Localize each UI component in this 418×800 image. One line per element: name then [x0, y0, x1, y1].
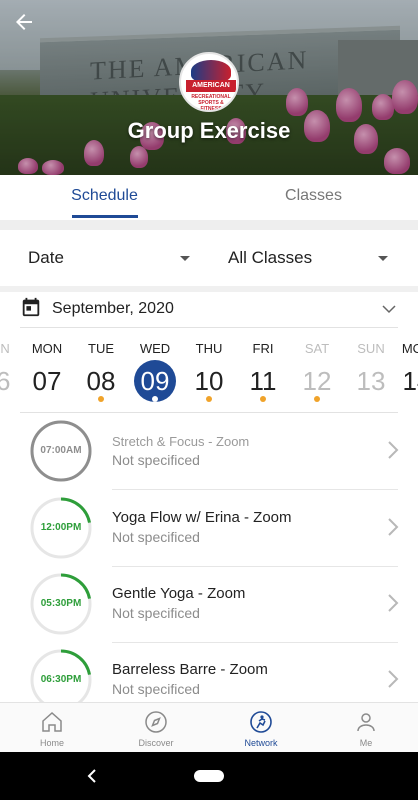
chevron-right-icon — [388, 441, 399, 459]
event-dot — [98, 396, 104, 402]
page-title: Group Exercise — [127, 118, 291, 143]
class-location: Not specificed — [112, 605, 200, 621]
app-screen: THE AMERICAN UNIVERSITY AMERICAN RECREAT… — [0, 0, 418, 800]
day-mon-14[interactable]: MON 14 — [392, 330, 418, 410]
system-nav-bar — [0, 752, 418, 800]
caret-down-icon — [180, 256, 190, 261]
chevron-right-icon — [388, 670, 399, 688]
system-home-button[interactable] — [194, 770, 224, 782]
class-title: Yoga Flow w/ Erina - Zoom — [112, 509, 292, 526]
tab-schedule-label: Schedule — [71, 187, 138, 204]
nav-discover-label: Discover — [138, 738, 174, 748]
class-time: 07:00AM — [40, 445, 82, 456]
week-strip: SUN 06 MON 07 TUE 08 WED 09 THU 10 FRI 1… — [0, 330, 418, 410]
nav-me-label: Me — [359, 738, 373, 748]
chevron-right-icon — [388, 594, 399, 612]
day-sun-13[interactable]: SUN 13 — [346, 330, 396, 410]
class-list: 07:00AM Stretch & Focus - Zoom Not speci… — [0, 414, 418, 702]
class-location: Not specificed — [112, 681, 200, 697]
class-location: Not specificed — [112, 529, 200, 545]
day-sun-06[interactable]: SUN 06 — [0, 330, 21, 410]
nav-home-label: Home — [39, 738, 64, 748]
divider — [20, 327, 398, 328]
eagle-icon — [191, 60, 231, 82]
class-time: 12:00PM — [40, 522, 82, 533]
class-item[interactable]: 06:30PM Barreless Barre - Zoom Not speci… — [0, 643, 418, 702]
class-title: Stretch & Focus - Zoom — [112, 434, 250, 449]
chevron-down-icon[interactable] — [380, 300, 398, 318]
divider — [0, 220, 418, 230]
back-arrow-icon[interactable] — [12, 10, 36, 34]
class-filter-dropdown[interactable]: All Classes — [209, 230, 418, 286]
system-back-icon[interactable] — [86, 768, 98, 784]
divider — [20, 412, 398, 413]
date-filter-dropdown[interactable]: Date — [0, 230, 209, 286]
date-filter-label: Date — [28, 248, 64, 267]
nav-discover[interactable]: Discover — [104, 703, 208, 753]
day-fri-11[interactable]: FRI 11 — [238, 330, 288, 410]
day-wed-09[interactable]: WED 09 — [130, 330, 180, 410]
nav-network[interactable]: Network — [209, 703, 313, 753]
class-title: Gentle Yoga - Zoom — [112, 585, 246, 602]
event-dot — [152, 396, 158, 402]
filter-bar: Date All Classes — [0, 230, 418, 286]
active-tab-indicator — [72, 215, 138, 218]
tab-schedule[interactable]: Schedule — [0, 175, 209, 220]
university-logo: AMERICAN RECREATIONAL SPORTS & FITNESS — [179, 52, 239, 112]
class-time: 05:30PM — [40, 598, 82, 609]
class-item[interactable]: 05:30PM Gentle Yoga - Zoom Not specifice… — [0, 567, 418, 643]
event-dot — [260, 396, 266, 402]
chevron-right-icon — [388, 518, 399, 536]
event-dot — [314, 396, 320, 402]
day-thu-10[interactable]: THU 10 — [184, 330, 234, 410]
home-icon — [42, 711, 62, 732]
class-filter-label: All Classes — [228, 248, 313, 267]
class-item[interactable]: 07:00AM Stretch & Focus - Zoom Not speci… — [0, 414, 418, 490]
compass-icon — [145, 711, 167, 733]
nav-home[interactable]: Home — [0, 703, 104, 753]
calendar-icon — [20, 296, 42, 318]
class-location: Not specificed — [112, 452, 200, 468]
tab-bar: Schedule Classes — [0, 175, 418, 220]
month-label: September, 2020 — [52, 300, 174, 317]
day-sat-12[interactable]: SAT 12 — [292, 330, 342, 410]
day-mon-07[interactable]: MON 07 — [22, 330, 72, 410]
nav-network-label: Network — [244, 738, 278, 748]
person-icon — [357, 713, 375, 732]
header-banner: THE AMERICAN UNIVERSITY AMERICAN RECREAT… — [0, 0, 418, 175]
caret-down-icon — [378, 256, 388, 261]
day-tue-08[interactable]: TUE 08 — [76, 330, 126, 410]
class-title: Barreless Barre - Zoom — [112, 661, 268, 678]
tab-classes-label: Classes — [285, 187, 342, 204]
tab-classes[interactable]: Classes — [209, 175, 418, 220]
class-item[interactable]: 12:00PM Yoga Flow w/ Erina - Zoom Not sp… — [0, 491, 418, 567]
class-time: 06:30PM — [40, 674, 82, 685]
event-dot — [206, 396, 212, 402]
network-icon — [250, 711, 272, 733]
divider — [112, 489, 398, 490]
bottom-navigation: Home Discover Network Me — [0, 702, 418, 752]
month-selector[interactable]: September, 2020 — [0, 292, 418, 328]
nav-me[interactable]: Me — [314, 703, 418, 753]
